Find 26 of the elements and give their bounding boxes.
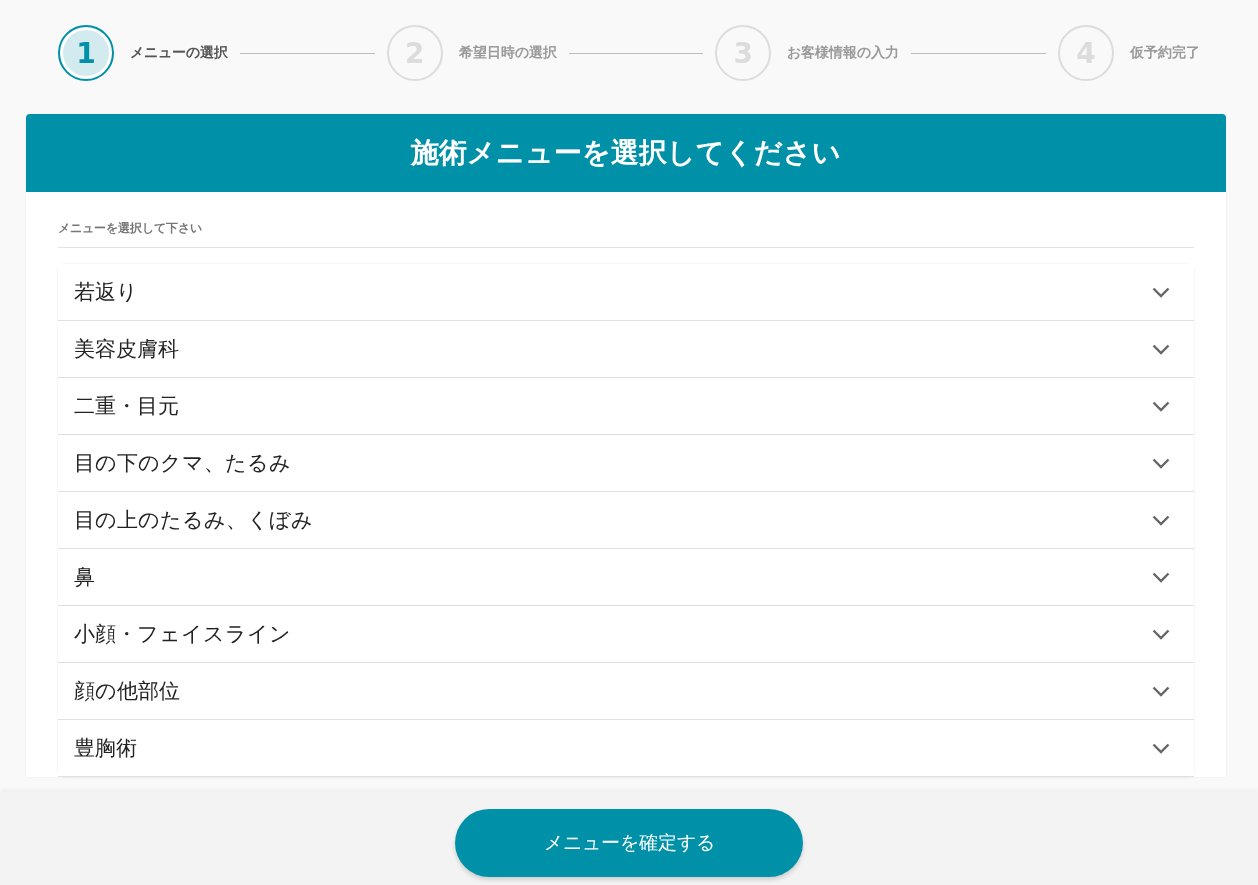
section-label: メニューを選択して下さい — [58, 220, 1194, 248]
step-label: 希望日時の選択 — [458, 44, 557, 62]
menu-category[interactable]: 目の上のたるみ、くぼみ — [58, 492, 1194, 549]
chevron-icon — [1152, 742, 1170, 754]
menu-category[interactable]: 二重・目元 — [58, 378, 1194, 435]
menu-category[interactable]: 小顔・フェイスライン — [58, 606, 1194, 663]
chevron-icon — [1152, 400, 1170, 412]
chevron-icon — [1152, 457, 1170, 469]
menu-category[interactable]: 美容皮膚科 — [58, 321, 1194, 378]
menu-category[interactable]: 目の下のクマ、たるみ — [58, 435, 1194, 492]
step-label: 仮予約完了 — [1130, 44, 1200, 62]
menu-category[interactable]: 豊胸術 — [58, 720, 1194, 777]
step-label: メニューの選択 — [130, 44, 228, 62]
chevron-icon — [1152, 571, 1170, 583]
menu-category[interactable]: 顔の他部位 — [58, 663, 1194, 720]
step-label: お客様情報の入力 — [787, 44, 900, 62]
chevron-icon — [1152, 343, 1170, 355]
step-number: 1 — [58, 25, 114, 81]
chevron-icon — [1152, 514, 1170, 526]
chevron-icon — [1152, 628, 1170, 640]
panel-title: 施術メニューを選択してください — [26, 114, 1226, 192]
menu-category[interactable]: 若返り — [58, 264, 1194, 321]
chevron-icon — [1152, 685, 1170, 697]
menu-category[interactable]: 鼻 — [58, 549, 1194, 606]
chevron-icon — [1152, 286, 1170, 298]
confirm-menu-button[interactable]: メニューを確定する — [455, 809, 803, 877]
